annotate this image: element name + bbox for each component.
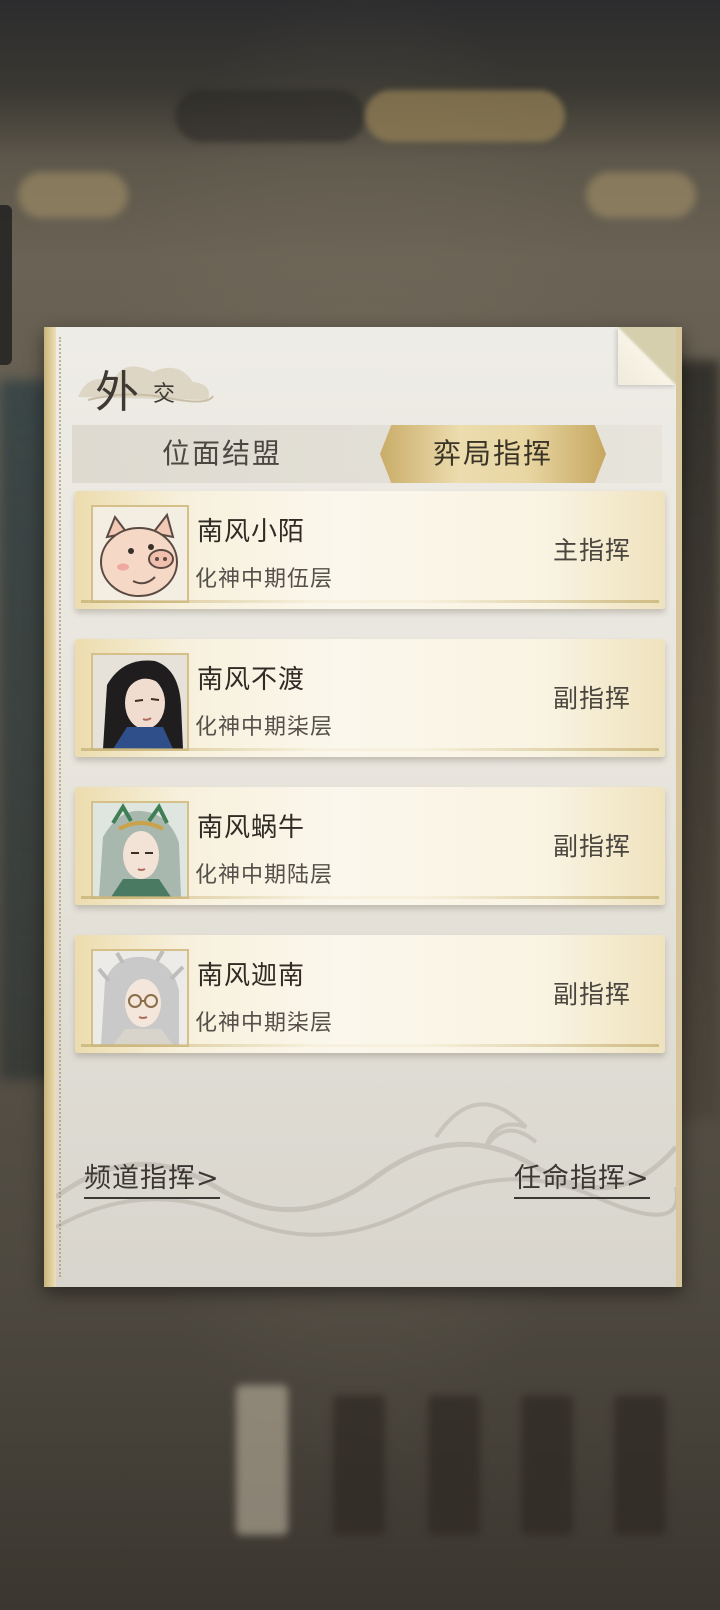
wave-decoration (56, 1102, 676, 1237)
background-tablet (614, 1395, 666, 1535)
background-tablet (236, 1385, 288, 1535)
member-name: 南风小陌 (197, 517, 306, 547)
member-card[interactable]: 南风不渡 化神中期柒层 副指挥 (75, 639, 665, 757)
member-rank: 化神中期柒层 (195, 1011, 334, 1036)
member-card[interactable]: 南风蜗牛 化神中期陆层 副指挥 (75, 787, 665, 905)
cloud-ornament-icon (78, 366, 214, 403)
background-tablet (428, 1395, 480, 1535)
side-drawer-handle[interactable] (0, 205, 12, 365)
member-role: 副指挥 (552, 684, 631, 713)
member-role: 主指挥 (552, 536, 631, 565)
background-button-right (586, 172, 696, 218)
member-role: 副指挥 (552, 980, 631, 1009)
member-card[interactable]: 南风迦南 化神中期柒层 副指挥 (75, 935, 665, 1053)
dark-hair-character-avatar (91, 653, 189, 751)
member-rank: 化神中期陆层 (195, 863, 334, 888)
background-tablet (521, 1395, 573, 1535)
green-hair-character-avatar (91, 801, 189, 899)
member-rank: 化神中期伍层 (195, 567, 334, 592)
panel-spine (44, 327, 56, 1287)
panel-title: 外 (95, 367, 141, 418)
background-tab-bar (175, 90, 575, 142)
background-tablet (333, 1395, 385, 1535)
pig-avatar-icon (91, 505, 189, 603)
member-role: 副指挥 (552, 832, 631, 861)
tab-plane-alliance[interactable]: 位面结盟 (112, 425, 332, 483)
member-rank: 化神中期柒层 (195, 715, 334, 740)
member-name: 南风不渡 (197, 665, 306, 695)
appoint-command-link[interactable]: 任命指挥> (514, 1156, 650, 1199)
tab-game-command[interactable]: 弈局指挥 (380, 425, 606, 483)
member-card[interactable]: 南风小陌 化神中期伍层 主指挥 (75, 491, 665, 609)
panel-subtitle: 交 (153, 382, 176, 407)
background-button-left (18, 172, 128, 218)
background-tab-left (175, 90, 365, 142)
tab-bar: 位面结盟 弈局指挥 (72, 425, 662, 483)
member-name: 南风蜗牛 (197, 813, 306, 843)
silver-hair-character-avatar (91, 949, 189, 1047)
channel-command-link[interactable]: 频道指挥> (84, 1156, 220, 1199)
background-tab-right (365, 90, 565, 142)
member-name: 南风迦南 (197, 961, 306, 991)
page-curl-corner (618, 327, 676, 385)
